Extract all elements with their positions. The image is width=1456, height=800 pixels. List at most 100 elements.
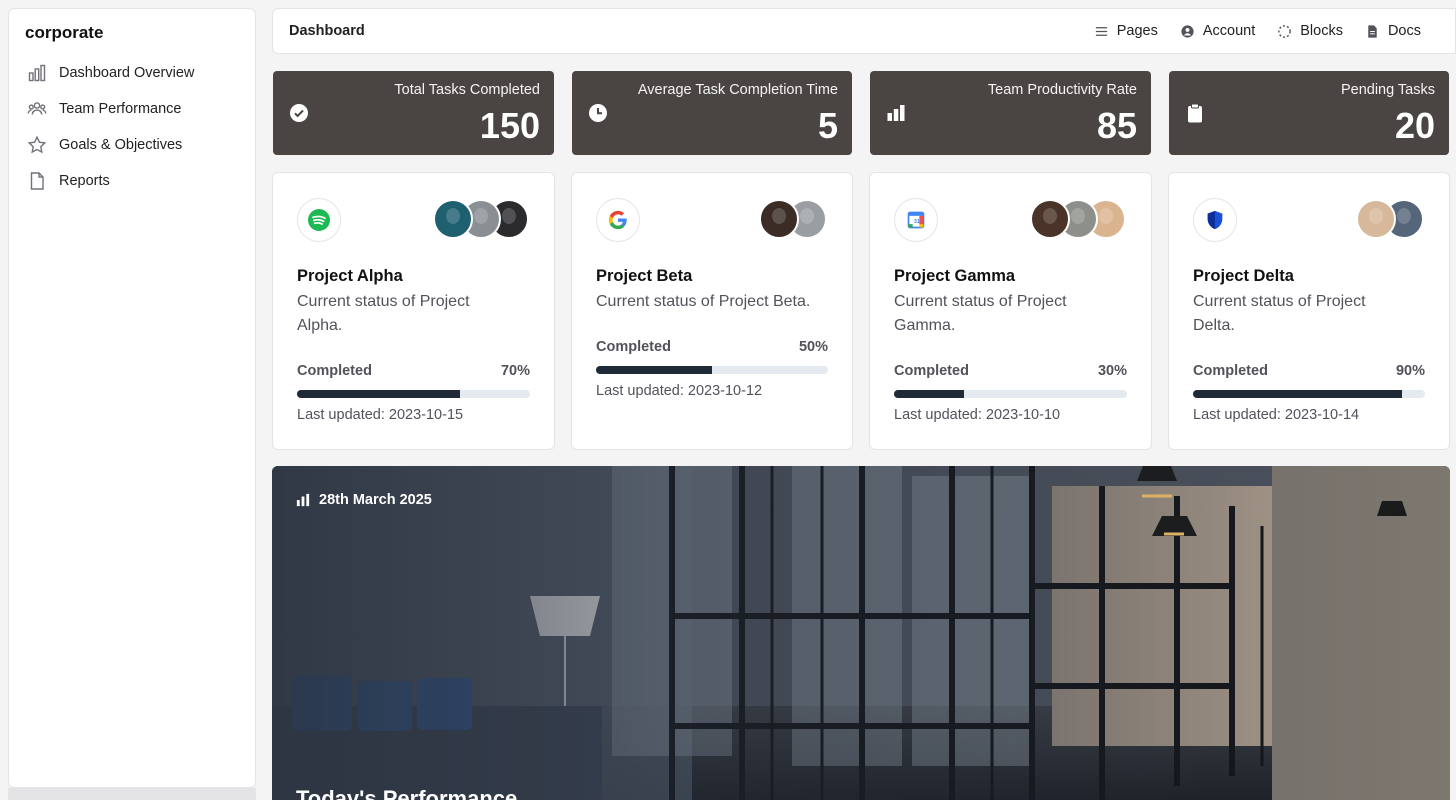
banner-date-text: 28th March 2025 bbox=[319, 492, 432, 508]
project-title: Project Beta bbox=[596, 267, 693, 285]
sidebar-scrollbar[interactable] bbox=[8, 788, 256, 800]
project-card-gamma[interactable]: 31 Project Gamma Current status of Proje… bbox=[869, 172, 1152, 450]
status-percent: 30% bbox=[1097, 363, 1127, 379]
google-logo-icon bbox=[596, 198, 640, 242]
last-updated: Last updated: 2023-10-15 bbox=[297, 407, 464, 423]
performance-banner: 28th March 2025 Today's Performance bbox=[272, 466, 1450, 800]
user-circle-icon bbox=[1181, 24, 1194, 38]
stat-value: 150 bbox=[479, 105, 540, 146]
stat-label: Total Tasks Completed bbox=[394, 82, 540, 98]
shield-logo-icon bbox=[1193, 198, 1237, 242]
status-label: Completed bbox=[596, 339, 671, 355]
last-updated: Last updated: 2023-10-12 bbox=[596, 383, 763, 399]
topnav-label: Account bbox=[1202, 23, 1256, 39]
banner-date: 28th March 2025 bbox=[296, 492, 432, 508]
project-title: Project Delta bbox=[1193, 267, 1294, 285]
stat-label: Team Productivity Rate bbox=[987, 82, 1137, 98]
progress-bar bbox=[1193, 390, 1425, 398]
clipboard-icon bbox=[1188, 103, 1202, 123]
avatar-group bbox=[433, 199, 529, 239]
check-circle-icon bbox=[290, 104, 308, 122]
sidebar-item-dashboard-overview[interactable]: Dashboard Overview bbox=[25, 55, 239, 91]
stat-card-average-time: Average Task Completion Time 5 bbox=[572, 71, 852, 155]
status-percent: 90% bbox=[1395, 363, 1425, 379]
status-label: Completed bbox=[297, 363, 372, 379]
progress-fill bbox=[894, 390, 964, 398]
top-nav: Pages Account Blocks Docs bbox=[1094, 23, 1439, 39]
project-card-delta[interactable]: Project Delta Current status of Project … bbox=[1168, 172, 1450, 450]
sidebar-item-label: Goals & Objectives bbox=[59, 137, 183, 153]
office-background-image bbox=[272, 466, 1450, 800]
project-status-row: Completed 50% bbox=[596, 339, 828, 355]
stat-value: 85 bbox=[1096, 105, 1137, 146]
project-status-row: Completed 90% bbox=[1193, 363, 1425, 379]
sidebar-item-label: Team Performance bbox=[59, 101, 182, 117]
avatar[interactable] bbox=[1030, 199, 1070, 239]
project-description: Current status of Project Delta. bbox=[1193, 293, 1366, 334]
bar-chart-icon bbox=[296, 493, 310, 507]
project-description: Current status of Project Gamma. bbox=[894, 293, 1067, 334]
sidebar-item-goals-objectives[interactable]: Goals & Objectives bbox=[25, 127, 239, 163]
avatar-group bbox=[759, 199, 827, 239]
progress-fill bbox=[297, 390, 461, 398]
project-card-beta[interactable]: Project Beta Current status of Project B… bbox=[571, 172, 853, 450]
avatar-group bbox=[1356, 199, 1424, 239]
topnav-pages[interactable]: Pages bbox=[1094, 23, 1158, 39]
page-title: Dashboard bbox=[289, 23, 365, 39]
last-updated: Last updated: 2023-10-14 bbox=[1193, 407, 1360, 423]
project-status-row: Completed 30% bbox=[894, 363, 1127, 379]
project-status-row: Completed 70% bbox=[297, 363, 530, 379]
avatar[interactable] bbox=[759, 199, 799, 239]
file-icon bbox=[30, 172, 44, 190]
topnav-blocks[interactable]: Blocks bbox=[1277, 23, 1343, 39]
last-updated: Last updated: 2023-10-10 bbox=[894, 407, 1061, 423]
project-description: Current status of Project Beta. bbox=[596, 293, 811, 310]
spotify-logo-icon bbox=[297, 198, 341, 242]
stat-label: Pending Tasks bbox=[1340, 82, 1435, 98]
stat-card-productivity: Team Productivity Rate 85 bbox=[870, 71, 1151, 155]
avatar[interactable] bbox=[433, 199, 473, 239]
topnav-label: Pages bbox=[1116, 23, 1158, 39]
topnav-label: Blocks bbox=[1300, 23, 1343, 39]
document-icon bbox=[1368, 24, 1377, 38]
sidebar-item-reports[interactable]: Reports bbox=[25, 163, 239, 199]
topnav-account[interactable]: Account bbox=[1180, 23, 1255, 39]
topnav-docs[interactable]: Docs bbox=[1365, 23, 1421, 39]
stat-card-pending: Pending Tasks 20 bbox=[1169, 71, 1449, 155]
progress-bar bbox=[297, 390, 530, 398]
google-calendar-logo-icon: 31 bbox=[894, 198, 938, 242]
progress-bar bbox=[596, 366, 828, 374]
sidebar: corporate Dashboard Overview Team Perfor… bbox=[8, 8, 256, 788]
status-label: Completed bbox=[894, 363, 969, 379]
topnav-label: Docs bbox=[1387, 23, 1421, 39]
stat-label: Average Task Completion Time bbox=[637, 82, 838, 98]
svg-text:31: 31 bbox=[914, 219, 920, 225]
brand-name: corporate bbox=[25, 23, 104, 42]
sidebar-nav: Dashboard Overview Team Performance Goal… bbox=[25, 55, 239, 199]
progress-fill bbox=[1193, 390, 1402, 398]
avatar[interactable] bbox=[1356, 199, 1396, 239]
avatar-group bbox=[1030, 199, 1126, 239]
project-card-alpha[interactable]: Project Alpha Current status of Project … bbox=[272, 172, 555, 450]
status-percent: 50% bbox=[798, 339, 828, 355]
project-title: Project Gamma bbox=[894, 267, 1016, 285]
menu-lines-icon bbox=[1095, 26, 1107, 36]
star-icon bbox=[27, 135, 47, 154]
progress-fill bbox=[596, 366, 712, 374]
stat-card-total-tasks: Total Tasks Completed 150 bbox=[273, 71, 554, 155]
stat-value: 20 bbox=[1394, 105, 1435, 146]
banner-heading: Today's Performance bbox=[296, 786, 518, 800]
bar-chart-icon bbox=[887, 105, 905, 121]
project-title: Project Alpha bbox=[297, 267, 403, 285]
status-percent: 70% bbox=[500, 363, 530, 379]
top-bar: Dashboard Pages Account Blocks Docs bbox=[272, 8, 1456, 54]
sidebar-item-team-performance[interactable]: Team Performance bbox=[25, 91, 239, 127]
status-label: Completed bbox=[1193, 363, 1268, 379]
sidebar-item-label: Dashboard Overview bbox=[59, 65, 195, 81]
clock-icon bbox=[589, 104, 607, 122]
sidebar-item-label: Reports bbox=[59, 173, 110, 189]
progress-bar bbox=[894, 390, 1127, 398]
stat-value: 5 bbox=[817, 105, 838, 146]
dashed-circle-icon bbox=[1278, 24, 1292, 38]
project-description: Current status of Project Alpha. bbox=[297, 293, 470, 334]
